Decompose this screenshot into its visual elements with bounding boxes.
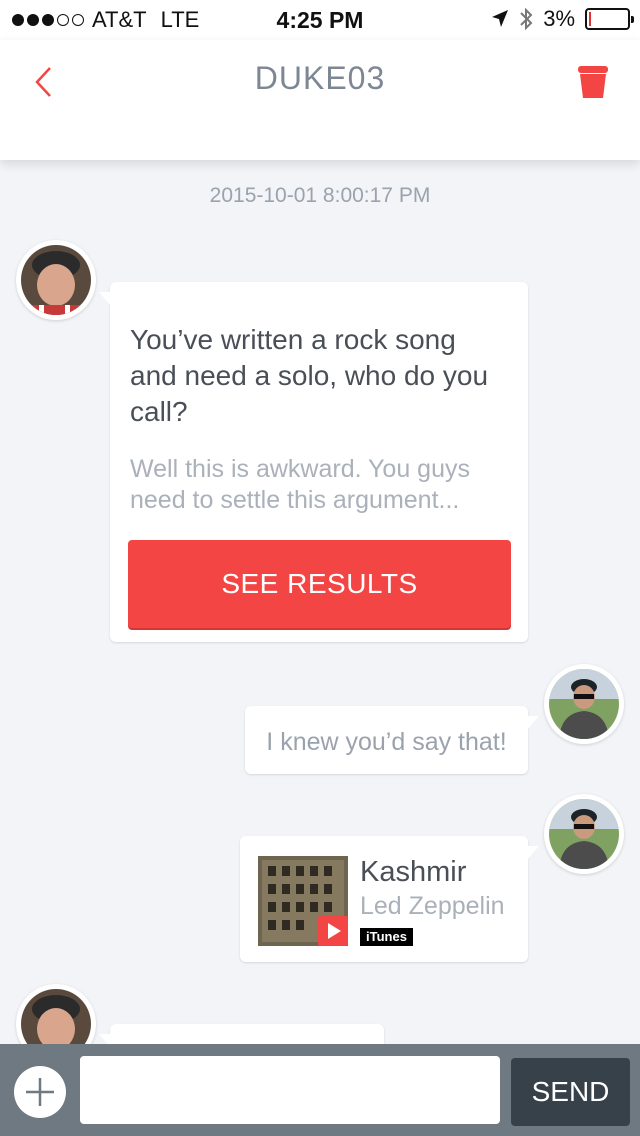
message-input[interactable]: [80, 1056, 500, 1124]
avatar-self[interactable]: [544, 794, 624, 874]
battery-fill: [589, 12, 591, 26]
avatar-contact[interactable]: [16, 240, 96, 320]
avatar-image: [549, 669, 619, 739]
chat-screen: AT&T LTE 4:25 PM 3% DUKE03 2015-10-01 8:…: [0, 0, 640, 1136]
plus-icon: [26, 1078, 54, 1106]
conversation-title: DUKE03: [254, 60, 386, 96]
song-artist: Led Zeppelin: [360, 892, 505, 920]
delete-button[interactable]: [576, 64, 610, 100]
reply-text: I knew you’d say that!: [266, 728, 507, 756]
see-results-button[interactable]: SEE RESULTS: [128, 540, 511, 628]
location-arrow-icon: [492, 10, 509, 27]
avatar-image: [549, 799, 619, 869]
play-icon[interactable]: [318, 916, 348, 946]
answer-text: Well this is awkward. You guys need to s…: [130, 455, 470, 514]
trash-icon: [578, 66, 608, 98]
nav-bar: DUKE03: [0, 40, 640, 160]
battery-icon: [585, 8, 634, 30]
album-art[interactable]: [258, 856, 348, 946]
avatar-photo: [549, 669, 619, 739]
question-card: You’ve written a rock song and need a so…: [99, 282, 528, 642]
add-attachment-button[interactable]: [14, 1066, 66, 1118]
bluetooth-icon: [520, 7, 533, 31]
reply-bubble: I knew you’d say that!: [245, 706, 539, 774]
song-title: Kashmir: [360, 856, 467, 888]
message-input-bar: SEND: [0, 1044, 640, 1136]
avatar-image: [21, 245, 91, 315]
itunes-badge[interactable]: iTunes: [360, 928, 413, 946]
play-triangle: [328, 923, 341, 939]
question-text: You’ve written a rock song and need a so…: [130, 324, 489, 427]
message-timestamp: 2015-10-01 8:00:17 PM: [209, 184, 431, 207]
status-right: 3%: [491, 6, 634, 32]
battery-percent: 3%: [543, 6, 575, 31]
avatar-self[interactable]: [544, 664, 624, 744]
avatar-photo: [549, 799, 619, 869]
status-bar: AT&T LTE 4:25 PM 3%: [0, 0, 640, 40]
send-button[interactable]: SEND: [511, 1058, 630, 1126]
song-card[interactable]: Kashmir Led Zeppelin iTunes: [240, 836, 539, 962]
avatar-photo: [21, 245, 91, 315]
